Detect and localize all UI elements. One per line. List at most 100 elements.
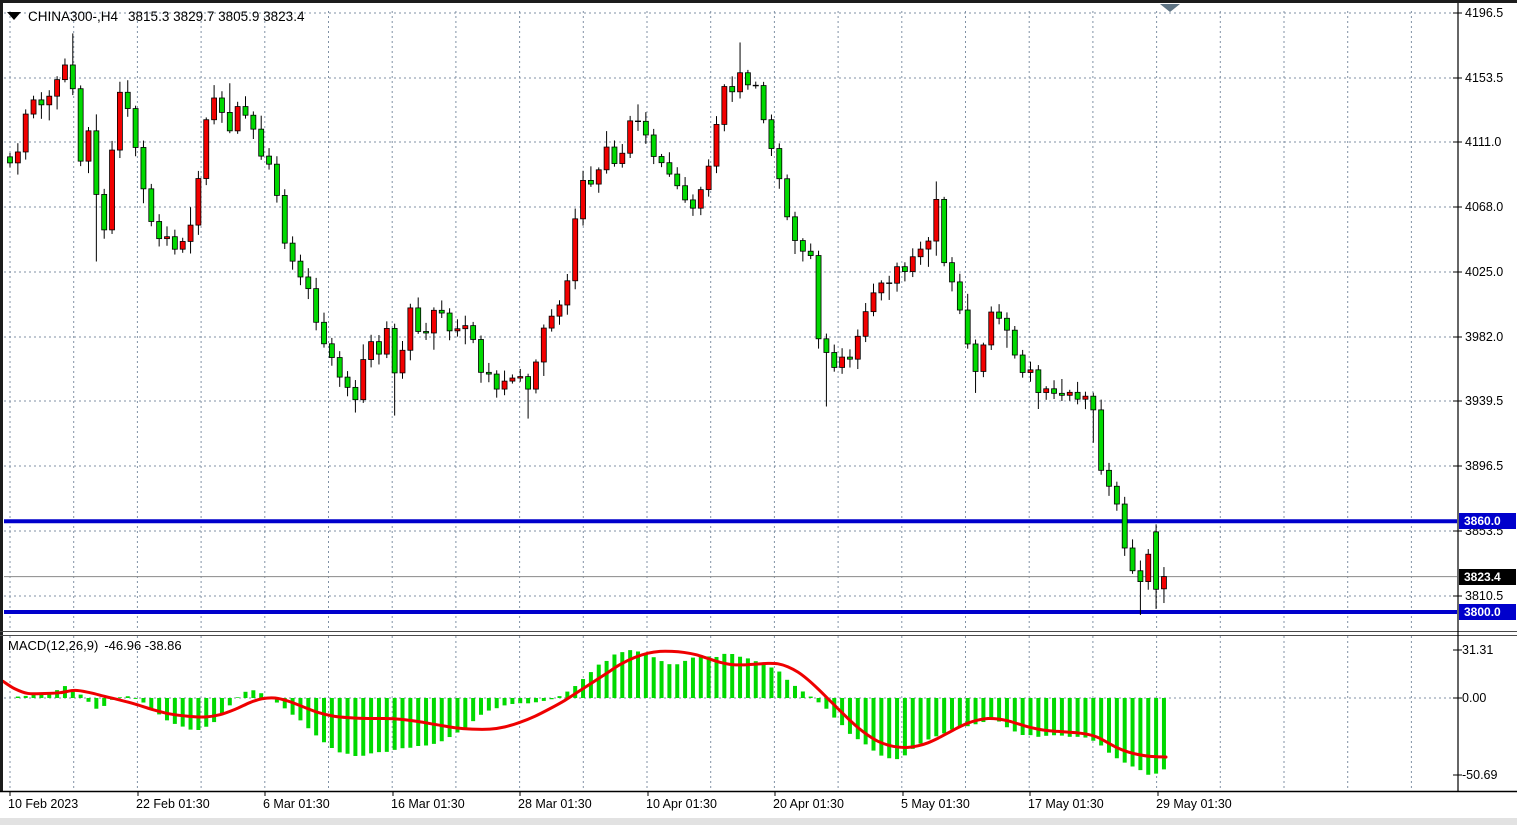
candle-body [714,124,719,166]
candle-body [424,331,429,332]
candle-body [62,65,67,80]
candle-body [165,237,170,239]
candle-body [39,100,44,105]
candle-body [219,98,224,112]
candle-body [235,107,240,131]
candle-body [1044,389,1049,393]
candle-body [180,241,185,249]
candle-body [557,305,562,316]
candle-body [337,358,342,378]
candle-body [1075,392,1080,399]
candle-body [683,186,688,200]
symbol-dropdown-icon[interactable] [7,12,21,20]
candle-body [1067,392,1072,395]
candle-body [541,328,546,362]
price-tick-label: 3810.5 [1465,588,1503,604]
candle-body [267,156,272,164]
candle-body [730,87,735,92]
candle-body [290,243,295,261]
time-axis[interactable] [0,792,1517,816]
candle-body [47,96,52,105]
candle-body [785,179,790,217]
candle-body [981,345,986,372]
level-price-label-3860: 3860.0 [1459,513,1516,529]
candle-body [769,120,774,149]
candle-body [431,310,436,333]
candle-body [102,194,107,229]
candle-body [596,170,601,184]
candlestick-macd-chart[interactable] [0,0,1517,825]
candle-body [612,147,617,164]
price-tick-label: 3982.0 [1465,329,1503,345]
candle-body [1059,393,1064,395]
time-tick-label: 20 Apr 01:30 [773,796,844,812]
candle-body [965,310,970,344]
candle-body [345,377,350,387]
candle-body [55,80,60,97]
candle-body [573,219,578,281]
level-price-label-3800: 3800.0 [1459,604,1516,620]
candle-body [832,352,837,367]
candle-body [361,360,366,400]
candle-body [329,344,334,358]
candle-body [1083,396,1088,399]
candle-body [494,374,499,389]
candle-body [141,147,146,188]
candle-body [502,381,507,389]
candle-body [690,200,695,208]
candle-body [204,120,209,179]
candle-body [298,261,303,277]
time-tick-label: 17 May 01:30 [1028,796,1104,812]
candle-body [1122,504,1127,548]
time-tick-label: 28 Mar 01:30 [518,796,592,812]
candle-body [70,65,75,89]
macd-tick-label: 31.31 [1462,642,1493,658]
candle-body [816,256,821,339]
candle-body [651,135,656,157]
chart-window: CHINA300-,H4 3815.3 3829.7 3805.9 3823.4… [0,0,1517,825]
candle-body [110,150,115,230]
candle-body [738,73,743,92]
macd-indicator-label: MACD(12,26,9) -46.96 -38.86 [8,638,182,654]
candle-body [322,322,327,343]
candle-body [855,336,860,359]
bottom-window-strip [0,818,1517,825]
candle-body [549,316,554,328]
candle-body [518,377,523,378]
candle-body [847,357,852,359]
candle-body [879,283,884,293]
candle-body [133,109,138,148]
candle-body [902,267,907,272]
candle-body [274,164,279,195]
candle-body [581,180,586,218]
candle-body [455,329,460,331]
macd-tick-label: 0.00 [1462,690,1486,706]
candle-body [745,73,750,85]
candle-body [157,221,162,238]
chart-title: CHINA300-,H4 3815.3 3829.7 3805.9 3823.4 [7,7,304,25]
candle-body [196,179,201,226]
candle-body [1091,396,1096,410]
candle-body [628,121,633,153]
price-tick-label: 3896.5 [1465,458,1503,474]
candle-body [376,342,381,354]
candle-body [86,131,91,161]
candle-body [1099,410,1104,470]
candle-body [698,190,703,209]
candle-body [353,387,358,399]
price-tick-label: 4196.5 [1465,5,1503,21]
time-tick-label: 16 Mar 01:30 [391,796,465,812]
candle-body [282,195,287,243]
candle-body [989,312,994,345]
candle-body [1154,532,1159,589]
candle-body [447,313,452,331]
top-border [0,0,1517,3]
time-tick-label: 10 Feb 2023 [8,796,78,812]
time-tick-label: 29 May 01:30 [1156,796,1232,812]
current-price-label: 3823.4 [1459,569,1516,585]
candle-body [463,326,468,329]
candle-body [31,100,36,114]
macd-name: MACD(12,26,9) [8,638,98,654]
candle-body [808,251,813,255]
candle-body [1028,370,1033,373]
